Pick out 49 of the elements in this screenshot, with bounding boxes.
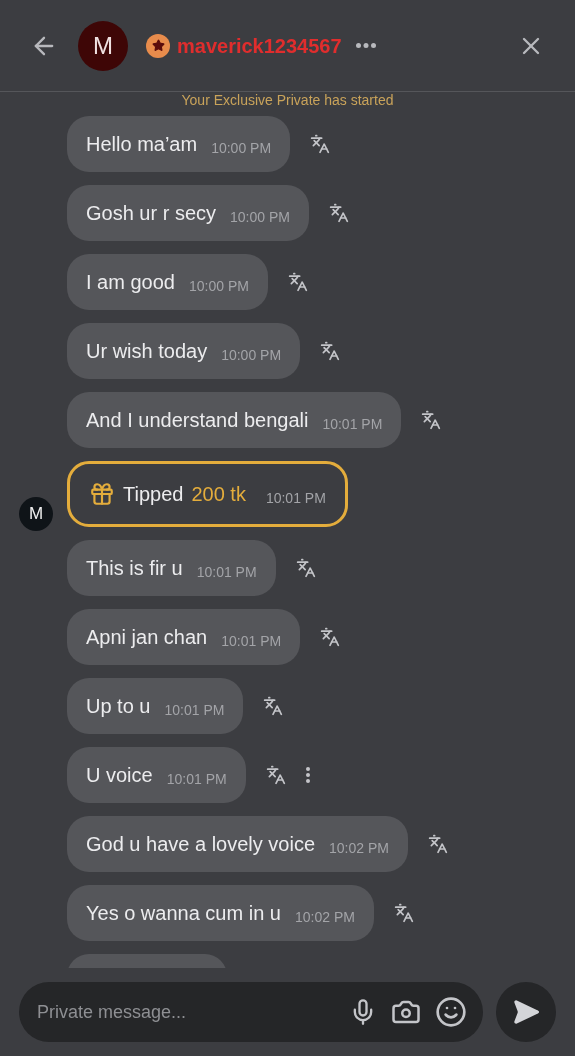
gift-icon [89,481,115,507]
tip-label: Tipped [123,482,184,507]
star-badge-icon [146,33,170,58]
message-input[interactable]: Private message... [37,998,335,1026]
message-text: Gosh ur r secy [86,201,217,226]
more-icon [355,43,376,48]
message-text: U voice [86,763,153,788]
message-text: Apni jan chan [86,625,208,650]
username: maverick1234567 [177,33,342,59]
message-time: 10:00 PM [211,138,272,158]
message-text: Ur wish today [86,339,208,364]
message-text: Up to u [86,694,151,719]
message-time: 10:02 PM [294,907,355,927]
message-time: 10:01 PM [221,631,282,651]
message-text: This is fir u [86,556,183,581]
translate-button[interactable] [393,903,414,923]
private-started-notice: Your Exclusive Private has started [181,92,394,108]
more-vertical-icon [305,767,310,783]
translate-button[interactable] [329,203,349,223]
message-time: 10:01 PM [265,488,326,508]
translate-button[interactable] [295,558,316,578]
emoji-button[interactable] [435,996,467,1028]
message-time: 10:00 PM [230,207,290,227]
translate-button[interactable] [263,696,284,716]
message-text: And I understand bengali [86,408,309,433]
translate-button[interactable] [427,834,448,854]
user-avatar: M [78,20,128,71]
translate-button[interactable] [310,134,331,154]
send-button[interactable] [496,982,556,1042]
message-text: Yes o wanna cum in u [86,901,281,926]
message-text: Hello ma’am [86,132,198,157]
translate-button[interactable] [265,765,286,785]
sender-avatar: M [19,497,53,531]
message-time: 10:01 PM [322,414,383,434]
send-icon[interactable] [512,998,540,1026]
message-time: 10:01 PM [166,769,227,789]
message-time: 10:00 PM [188,276,249,296]
translate-button[interactable] [320,341,341,361]
translate-button[interactable] [320,627,341,647]
message-time: 10:02 PM [329,838,389,858]
message-time: 10:01 PM [196,562,257,582]
message-text: I am good [86,270,175,295]
message-time: 10:01 PM [164,700,225,720]
translate-button[interactable] [287,272,308,292]
message-text: God u have a lovely voice [86,832,316,857]
message-composer[interactable]: Private message... [19,982,483,1042]
translate-button[interactable] [421,410,442,430]
tip-amount: 200 tk [191,482,246,507]
message-time: 10:00 PM [221,345,282,365]
